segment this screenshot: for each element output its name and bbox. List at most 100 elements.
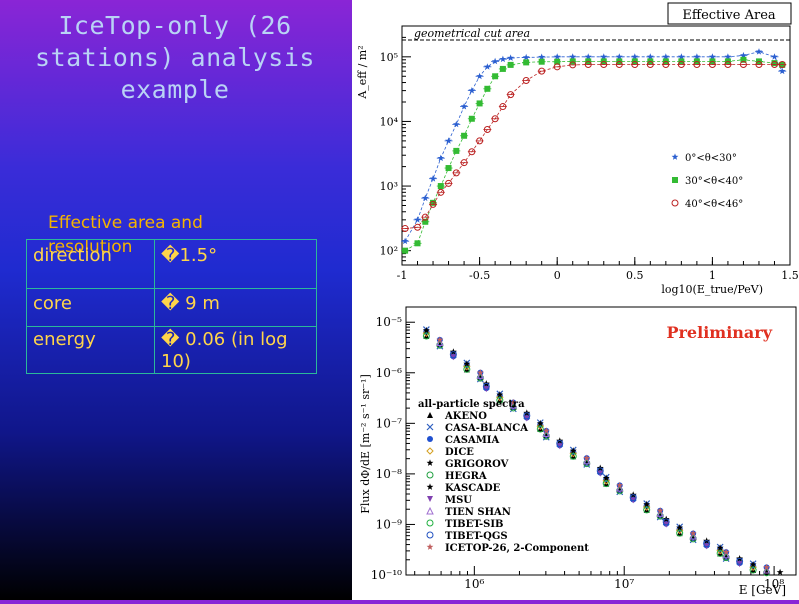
chart-title: Effective Area [682, 8, 776, 23]
legend-label: KASCADE [445, 483, 501, 494]
x-tick-label: 0 [554, 269, 561, 282]
data-point [437, 154, 445, 162]
legend-title: all-particle spectra [418, 399, 525, 410]
legend-label: ICETOP-26, 2-Component [445, 543, 589, 554]
legend-marker [426, 483, 434, 490]
y-tick-label: 10⁻⁸ [376, 467, 403, 481]
resolution-table: direction �1.5° core � 9 m energy � 0.06… [26, 239, 317, 374]
y-tick-label: 10⁻¹⁰ [371, 568, 402, 582]
x-axis-label: log10(E_true/PeV) [661, 283, 763, 296]
data-point [401, 237, 409, 245]
data-point [507, 54, 515, 61]
data-point [421, 194, 429, 202]
data-point [523, 59, 530, 66]
y-tick-label: 10⁻⁷ [376, 416, 403, 430]
x-tick-label: 1.5 [781, 269, 799, 282]
x-tick-label: -1 [397, 269, 408, 282]
row-value: � 9 m [154, 288, 317, 327]
row-label: energy [26, 326, 155, 374]
data-point [453, 147, 460, 154]
row-label: direction [26, 239, 155, 289]
data-point [445, 165, 452, 172]
slide-title-line-2: stations) analysis [35, 43, 315, 72]
data-point [452, 120, 460, 128]
data-marks [401, 48, 787, 254]
row-value: �1.5° [154, 239, 317, 289]
legend: 0°<θ<30° 30°<θ<40° 40°<θ<46° [671, 153, 743, 210]
legend-marker [671, 199, 679, 207]
slide-title: IceTop-only (26 stations) analysis examp… [20, 10, 330, 106]
legend-marker [672, 177, 678, 183]
row-value: � 0.06 (in log 10) [154, 326, 317, 374]
data-point [476, 72, 483, 80]
data-point [776, 568, 784, 576]
legend-marker [427, 496, 433, 502]
data-point [522, 53, 530, 61]
data-point [491, 57, 499, 65]
x-tick-label: 10⁶ [464, 577, 484, 591]
y-axis-label: Flux dΦ/dE [m⁻² s⁻¹ sr⁻¹] [359, 374, 372, 513]
legend-label: 0°<θ<30° [685, 153, 737, 164]
legend-marker [426, 459, 434, 466]
data-point [755, 48, 763, 55]
legend-label: CASAMIA [445, 435, 499, 446]
legend: AKENOCASA-BLANCACASAMIADICEGRIGOROVHEGRA… [426, 411, 589, 554]
series-line [404, 51, 783, 242]
effective-area-plot: Effective Area geometrical cut area -1 -0… [356, 2, 799, 296]
data-point [492, 73, 499, 80]
spectrum-chart: Preliminary 10⁶ 10⁷ 10⁸ 10⁻⁵ 10⁻⁶ 10⁻⁷ 10⁻⁸ 10⁻… [352, 299, 799, 600]
legend-label: GRIGOROV [445, 459, 509, 470]
legend-marker [426, 447, 434, 455]
data-point [402, 247, 409, 254]
x-tick-label: -0.5 [469, 269, 490, 282]
data-point [468, 115, 475, 122]
legend-marker [671, 153, 679, 160]
data-point [476, 100, 483, 107]
legend-marker [426, 519, 434, 527]
data-point [461, 132, 468, 139]
plot-frame [401, 25, 791, 266]
legend-label: TIBET-QGS [445, 531, 508, 542]
y-tick-label: 10³ [380, 180, 398, 193]
data-point [499, 55, 507, 63]
y-tick-label: 10⁻⁹ [376, 517, 403, 531]
legend-marker [426, 423, 434, 431]
legend-label: AKENO [444, 411, 487, 422]
y-tick-label: 10² [380, 245, 398, 258]
legend-marker [426, 471, 434, 479]
slide-title-line-3: example [120, 75, 230, 104]
y-tick-label: 10⁵ [380, 51, 398, 64]
legend-marker [426, 506, 434, 515]
data-point [483, 63, 491, 70]
y-tick-label: 10⁻⁶ [376, 366, 403, 380]
table-row: energy � 0.06 (in log 10) [26, 326, 317, 374]
row-label: core [26, 288, 155, 327]
effective-area-chart: Effective Area geometrical cut area -1 -0… [352, 0, 799, 299]
table-row: core � 9 m [26, 288, 317, 327]
legend-label: HEGRA [445, 471, 487, 482]
x-tick-label: 1 [709, 269, 716, 282]
y-tick-label: 10⁴ [380, 115, 399, 128]
geometric-cut-annotation: geometrical cut area [414, 27, 530, 40]
legend-label: TIEN SHAN [445, 507, 511, 518]
data-point [445, 137, 452, 144]
data-point [507, 61, 514, 68]
legend-label: CASA-BLANCA [445, 423, 528, 434]
x-tick-label: 10⁷ [614, 577, 634, 591]
legend-marker [427, 412, 433, 418]
spectrum-plot: Preliminary 10⁶ 10⁷ 10⁸10⁻⁵10⁻⁶10⁻⁷10⁻⁸10⁻… [359, 306, 797, 597]
slide-title-line-1: IceTop-only (26 [58, 11, 292, 40]
legend-label: 30°<θ<40° [685, 176, 743, 187]
legend-label: DICE [445, 447, 474, 458]
x-axis-label: E [GeV] [739, 583, 786, 597]
table-row: direction �1.5° [26, 239, 317, 289]
legend-label: 40°<θ<46° [685, 199, 743, 210]
legend-label: MSU [445, 495, 472, 506]
y-axis-label: A_eff / m² [356, 45, 369, 99]
preliminary-badge: Preliminary [666, 323, 772, 342]
y-tick-label: 10⁻⁵ [376, 315, 403, 329]
legend-marker [426, 543, 434, 550]
data-point [771, 53, 778, 60]
data-point [414, 216, 421, 223]
data-point [484, 85, 491, 92]
